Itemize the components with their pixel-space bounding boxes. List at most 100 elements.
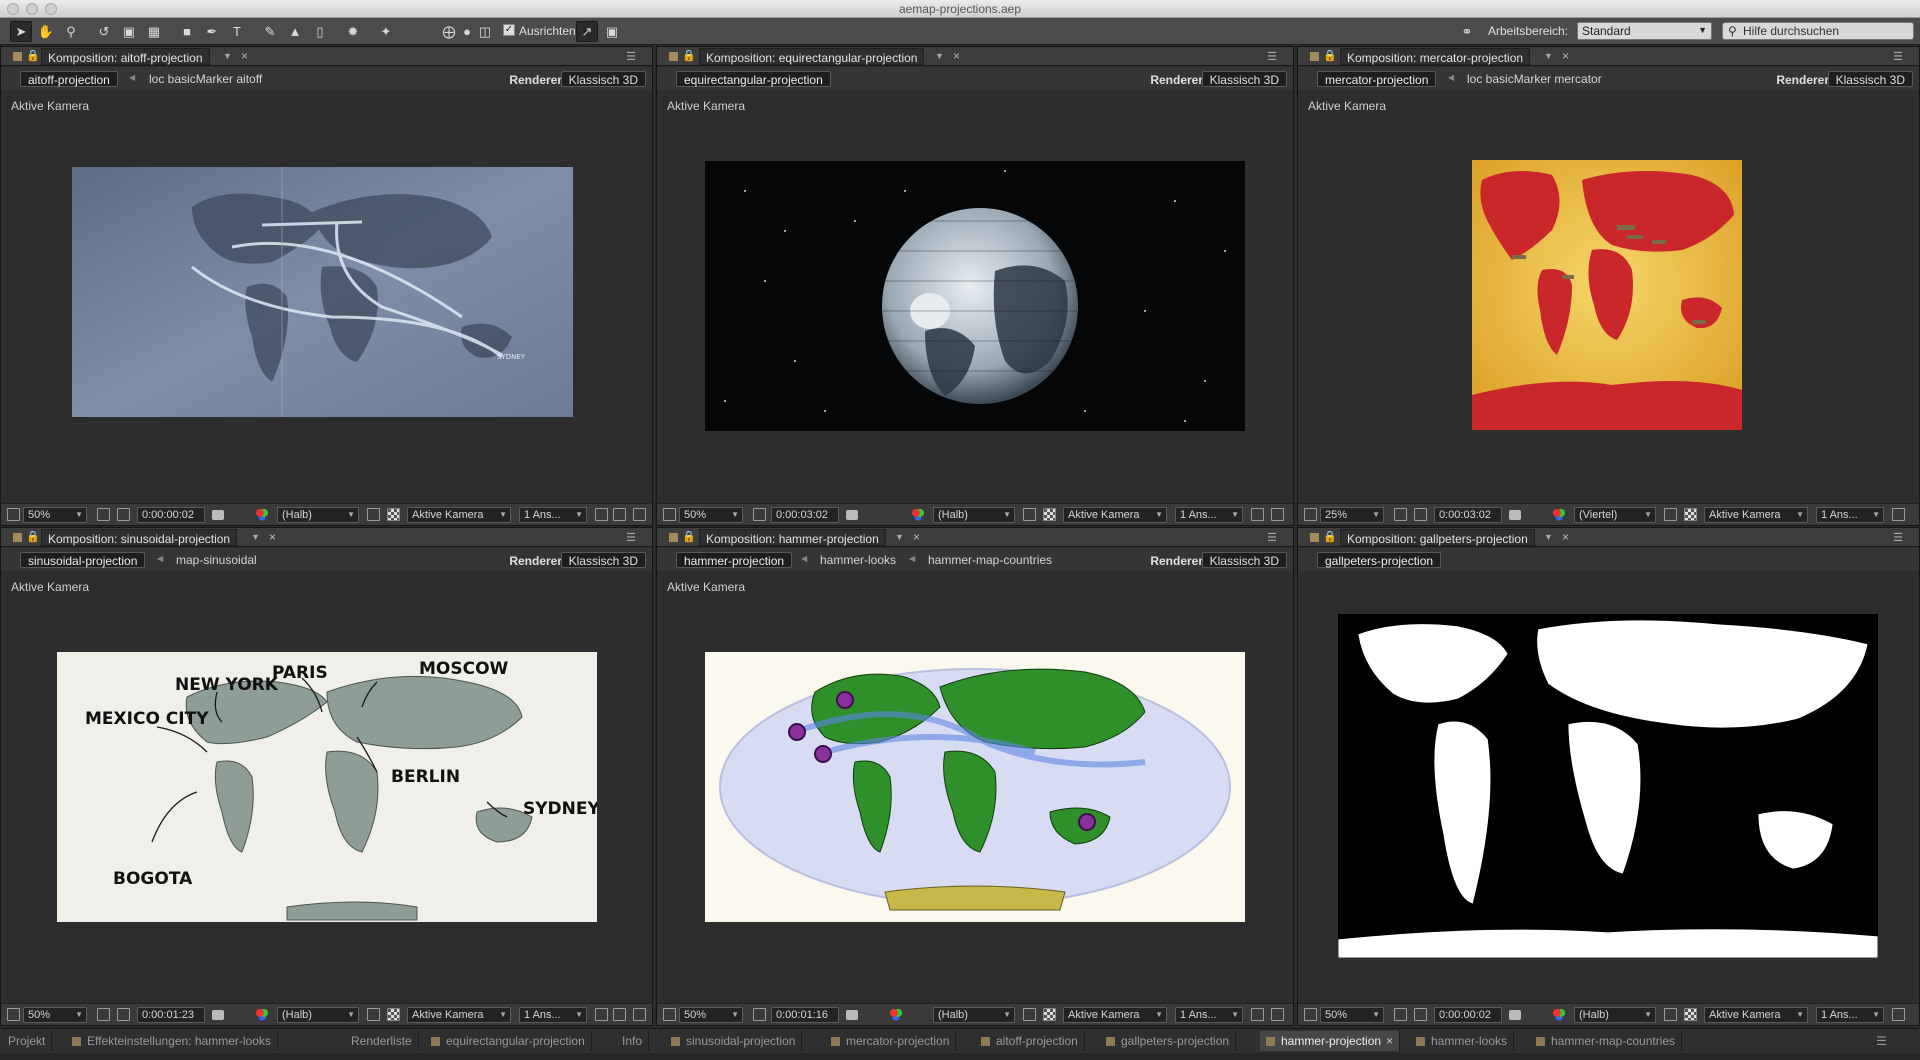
fast-previews-icon[interactable] [1271,1008,1284,1021]
renderer-select[interactable]: Klassisch 3D [1201,71,1287,87]
current-time-field[interactable]: 0:00:01:23 [137,1007,205,1023]
snapshot-icon[interactable] [846,510,858,520]
always-preview-icon[interactable] [1304,508,1317,521]
resolution-select[interactable]: (Viertel) ▼ [1574,507,1656,523]
tab-dropdown-icon[interactable]: ▼ [935,51,944,61]
composition-viewer[interactable] [705,161,1245,431]
always-preview-icon[interactable] [1304,1008,1317,1021]
magnification-select[interactable]: 50% ▼ [23,1007,87,1023]
renderer-select[interactable]: Klassisch 3D [1827,71,1913,87]
tab-render-queue[interactable]: Renderliste [345,1031,419,1051]
panel-menu-icon[interactable]: ☰ [1267,531,1277,544]
workspace-select[interactable]: Standard ▼ [1577,22,1712,40]
fast-previews-icon[interactable] [1271,508,1284,521]
current-time-field[interactable]: 0:00:01:16 [771,1007,839,1023]
channel-icon[interactable] [911,508,925,522]
always-preview-icon[interactable] [663,508,676,521]
lock-icon[interactable]: 🔒 [682,530,696,543]
crumb-comp[interactable]: gallpeters-projection [1317,552,1442,568]
composition-viewer[interactable]: NEW YORK PARIS MOSCOW MEXICO CITY BERLIN… [57,652,597,922]
fast-previews-icon[interactable] [613,1008,626,1021]
current-time-field[interactable]: 0:00:00:02 [137,507,205,523]
help-search-input[interactable]: ⚲ Hilfe durchsuchen [1722,22,1914,40]
selection-tool-icon[interactable]: ➤ [10,21,32,42]
mask-visibility-icon[interactable] [1414,508,1427,521]
puppet-pin-tool-icon[interactable]: ✦ [375,21,397,42]
resolution-select[interactable]: (Halb) ▼ [933,507,1015,523]
snap-expand-icon[interactable]: ↗ [576,21,598,42]
view-layout-select[interactable]: 1 Ans... ▼ [1816,507,1884,523]
current-time-field[interactable]: 0:00:00:02 [1434,1007,1502,1023]
rotate-tool-icon[interactable]: ↺ [93,21,115,42]
tab-effect-controls[interactable]: Effekteinstellungen: hammer-looks [66,1031,278,1051]
crumb-comp[interactable]: hammer-projection [676,552,793,568]
lock-icon[interactable]: 🔒 [26,49,40,62]
safe-zones-icon[interactable] [753,1008,766,1021]
tab-composition[interactable]: Komposition: gallpeters-projection [1340,529,1535,546]
snap-features-icon[interactable]: ▣ [601,21,623,42]
clone-stamp-tool-icon[interactable]: ▲ [284,21,306,42]
camera-view-select[interactable]: Aktive Kamera ▼ [1063,507,1167,523]
safe-zones-icon[interactable] [97,1008,110,1021]
snapshot-icon[interactable] [1509,1010,1521,1020]
workspace-glasses-icon[interactable]: ⚭ [1454,21,1480,42]
lock-icon[interactable]: 🔒 [1323,49,1337,62]
close-tab-icon[interactable]: × [1562,530,1569,544]
channel-icon[interactable] [889,1008,903,1022]
view-layout-select[interactable]: 1 Ans... ▼ [1816,1007,1884,1023]
tab-composition[interactable]: Komposition: sinusoidal-projection [41,529,238,546]
snapshot-icon[interactable] [846,1010,858,1020]
type-tool-icon[interactable]: T [226,21,248,42]
toggle-pixel-aspect-icon[interactable] [1251,508,1264,521]
fast-previews-icon[interactable] [613,508,626,521]
view-layout-select[interactable]: 1 Ans... ▼ [519,507,587,523]
camera-view-select[interactable]: Aktive Kamera ▼ [1063,1007,1167,1023]
tab-dropdown-icon[interactable]: ▼ [251,532,260,542]
transparency-grid-icon[interactable] [387,1008,400,1021]
snapshot-icon[interactable] [212,1010,224,1020]
region-of-interest-icon[interactable] [367,508,380,521]
crumb-subcomp[interactable]: loc basicMarker aitoff [142,71,269,87]
lock-icon[interactable]: 🔒 [1323,530,1337,543]
tab-project[interactable]: Projekt [2,1031,53,1051]
panel-menu-icon[interactable]: ☰ [626,531,636,544]
channel-icon[interactable] [1552,1008,1566,1022]
tab-composition[interactable]: Komposition: mercator-projection [1340,48,1531,65]
view-layout-select[interactable]: 1 Ans... ▼ [519,1007,587,1023]
tab-composition[interactable]: Komposition: aitoff-projection [41,48,210,65]
mask-visibility-icon[interactable] [117,508,130,521]
safe-zones-icon[interactable] [97,508,110,521]
zoom-tool-icon[interactable]: ⚲ [60,21,82,42]
tab-info[interactable]: Info [616,1031,650,1051]
tab-sinusoidal[interactable]: sinusoidal-projection [665,1031,803,1051]
camera-view-select[interactable]: Aktive Kamera ▼ [407,507,511,523]
magnification-select[interactable]: 50% ▼ [1320,1007,1384,1023]
eraser-tool-icon[interactable]: ▯ [309,21,331,42]
view-layout-select[interactable]: 1 Ans... ▼ [1175,507,1243,523]
toggle-pixel-aspect-icon[interactable] [1251,1008,1264,1021]
composition-viewer[interactable] [1338,614,1878,958]
renderer-select[interactable]: Klassisch 3D [560,552,646,568]
always-preview-icon[interactable] [7,1008,20,1021]
magnification-select[interactable]: 50% ▼ [23,507,87,523]
region-of-interest-icon[interactable] [367,1008,380,1021]
view-layout-select[interactable]: 1 Ans... ▼ [1175,1007,1243,1023]
resolution-select[interactable]: (Halb) ▼ [277,507,359,523]
current-time-field[interactable]: 0:00:03:02 [771,507,839,523]
panel-menu-icon[interactable]: ☰ [1893,50,1903,63]
safe-zones-icon[interactable] [1394,1008,1407,1021]
transparency-grid-icon[interactable] [1043,508,1056,521]
tab-hammer-map-countries[interactable]: hammer-map-countries [1530,1031,1683,1051]
renderer-select[interactable]: Klassisch 3D [560,71,646,87]
channel-icon[interactable] [255,508,269,522]
show-snapshot-icon[interactable] [233,508,246,521]
crumb-comp[interactable]: equirectangular-projection [676,71,831,87]
safe-zones-icon[interactable] [1394,508,1407,521]
tab-composition[interactable]: Komposition: equirectangular-projection [699,48,925,65]
tab-dropdown-icon[interactable]: ▼ [895,532,904,542]
close-tab-icon[interactable]: × [913,530,920,544]
transparency-grid-icon[interactable] [1684,508,1697,521]
current-time-field[interactable]: 0:00:03:02 [1434,507,1502,523]
composition-viewer[interactable] [1472,160,1742,430]
tab-gallpeters[interactable]: gallpeters-projection [1100,1031,1237,1051]
